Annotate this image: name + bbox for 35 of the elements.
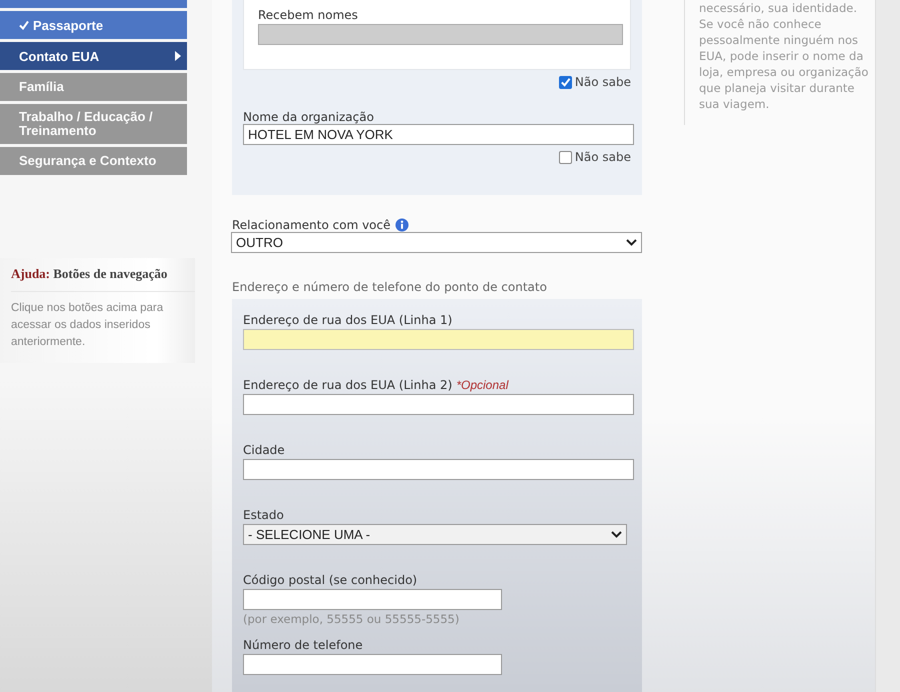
field-label: Estado xyxy=(243,508,284,522)
checkbox[interactable] xyxy=(558,76,572,88)
help-text: necessário, sua identidade. Se você não conhece pessoalmente ninguém nos EUA, pode inserir o nome da loja, empresa ou organização que planeja visitar durante sua viagem. xyxy=(699,0,869,112)
input-field[interactable] xyxy=(243,654,502,675)
sidebar-item[interactable]: Contato EUA xyxy=(0,42,187,70)
input-field[interactable] xyxy=(243,329,634,350)
sidebar-item[interactable]: Passaporte xyxy=(0,11,187,39)
field-label: Nome da organização xyxy=(243,110,375,124)
field-label: Cidade xyxy=(243,443,285,457)
field-label: Endereço de rua dos EUA (Linha 1) xyxy=(243,313,452,327)
check-icon xyxy=(19,20,29,30)
chevron-down-icon xyxy=(626,239,637,246)
select-dropdown[interactable]: - SELECIONE UMA - xyxy=(243,524,627,545)
optional-note: *Opcional xyxy=(456,378,508,392)
input-field[interactable]: HOTEL EM NOVA YORK xyxy=(243,124,634,145)
field-label: Código postal (se conhecido) xyxy=(243,573,418,587)
chevron-down-icon xyxy=(611,531,622,538)
info-icon xyxy=(394,218,409,232)
field-hint: (por exemplo, 55555 ou 55555-5555) xyxy=(243,612,460,626)
checkbox[interactable] xyxy=(558,150,572,164)
help-text: Clique nos botões acima para acessar os dados inseridos anteriormente. xyxy=(11,301,164,350)
field-label: Número de telefone xyxy=(243,638,363,652)
field-label: Relacionamento com você xyxy=(232,218,391,232)
checkbox-label: Não sabe xyxy=(574,150,631,164)
section-title: Endereço e número de telefone do ponto de contato xyxy=(232,280,548,294)
input-field[interactable] xyxy=(243,459,634,480)
help-title: Ajuda: Botões de navegação xyxy=(11,265,195,292)
input-field[interactable] xyxy=(243,589,502,610)
checkbox-label: Não sabe xyxy=(574,75,631,89)
field-label: Recebem nomes xyxy=(258,8,359,22)
select-dropdown[interactable]: OUTRO xyxy=(231,232,642,253)
check-icon xyxy=(560,76,571,88)
triangle-right-icon xyxy=(175,51,181,61)
field-label: Endereço de rua dos EUA (Linha 2) xyxy=(243,378,452,392)
input-field[interactable] xyxy=(243,394,634,415)
